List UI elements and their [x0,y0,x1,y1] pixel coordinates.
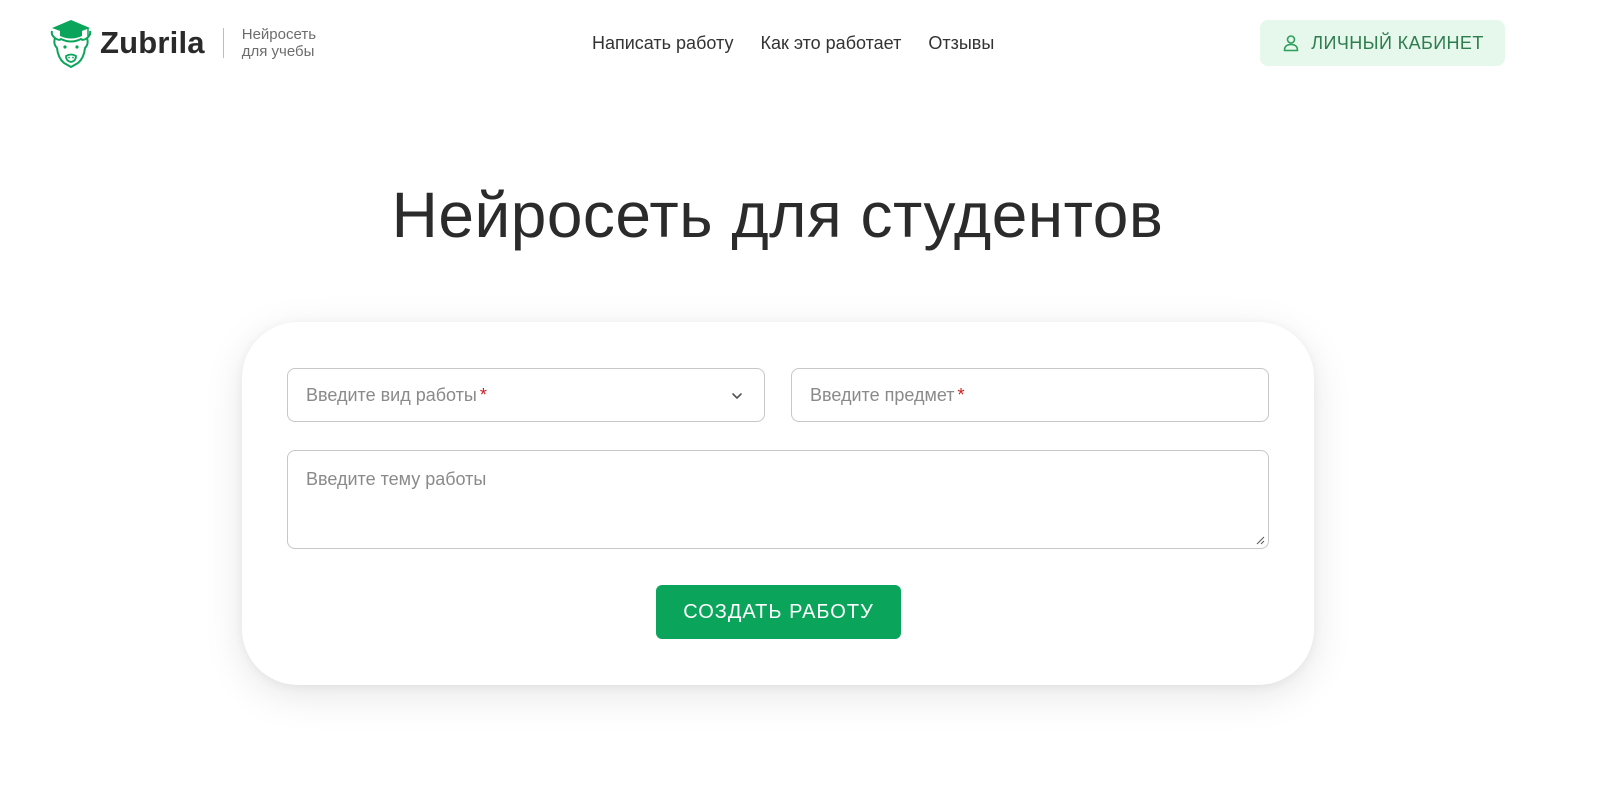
work-form-card: Введите вид работы * Введите предмет * Вве… [242,322,1314,685]
nav-write-work[interactable]: Написать работу [592,33,733,54]
nav-reviews[interactable]: Отзывы [928,33,994,54]
tagline-line-2: для учебы [241,43,315,60]
site-header: Zubrila Нейросеть для учебы Написать раб… [0,0,1597,90]
topic-placeholder: Введите тему работы [306,469,487,489]
create-work-button[interactable]: СОЗДАТЬ РАБОТУ [656,585,901,639]
logo-text: Zubrila [100,25,205,60]
user-icon [1283,35,1299,52]
required-mark: * [957,385,965,405]
subject-placeholder: Введите предмет * [810,385,965,405]
nav-how-it-works[interactable]: Как это работает [760,33,901,54]
work-type-select[interactable]: Введите вид работы * [287,368,765,422]
main-nav: Написать работу Как это работает Отзывы [592,33,994,54]
tagline-line-1: Нейросеть [241,26,317,43]
logo-divider [222,28,224,58]
personal-cabinet-button[interactable]: ЛИЧНЫЙ КАБИНЕТ [1260,20,1505,66]
bison-graduate-icon [50,20,92,68]
required-mark: * [479,385,487,405]
logo-tagline: Нейросеть для учебы [242,26,316,60]
personal-cabinet-label: ЛИЧНЫЙ КАБИНЕТ [1311,32,1484,53]
work-type-placeholder: Введите вид работы * [306,385,487,405]
page-title: Нейросеть для студентов [391,179,1164,251]
chevron-down-icon [732,393,742,399]
subject-input[interactable]: Введите предмет * [791,368,1269,422]
logo[interactable]: Zubrila Нейросеть для учебы [50,18,316,68]
topic-textarea[interactable]: Введите тему работы [287,450,1269,549]
resize-grip-icon[interactable] [1255,535,1265,545]
